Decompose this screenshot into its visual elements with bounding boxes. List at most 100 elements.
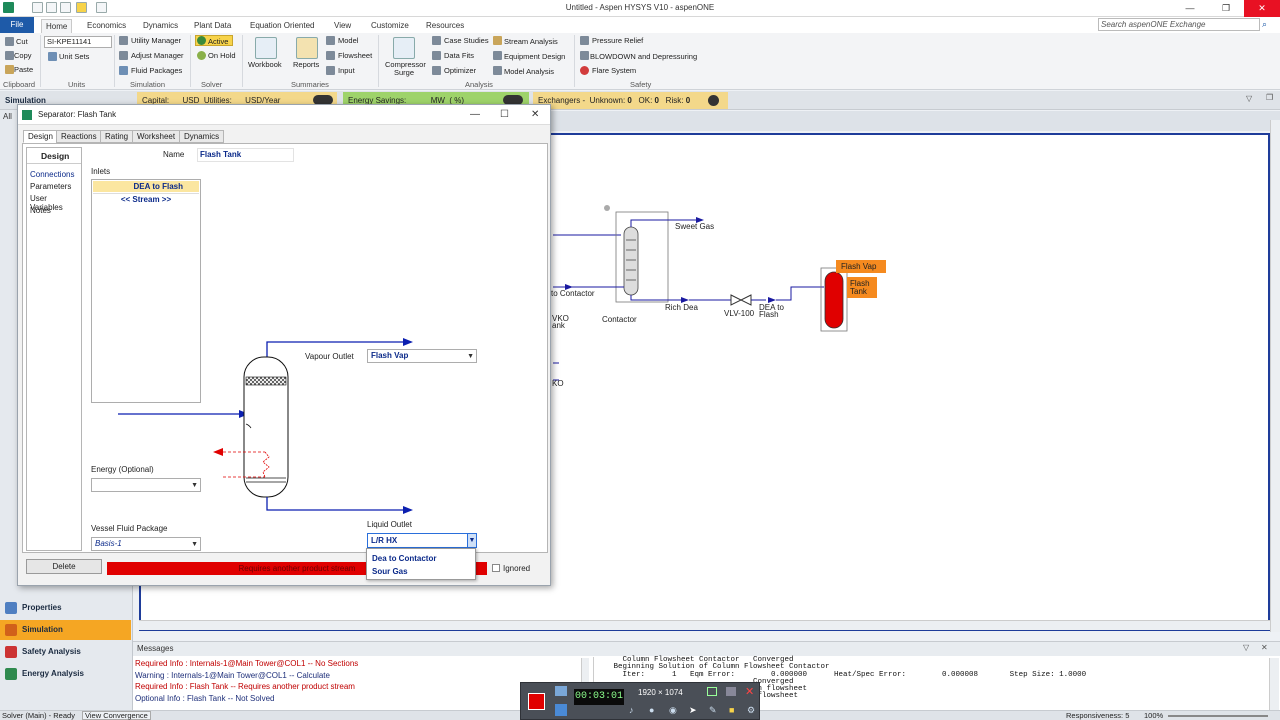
cut-button[interactable]: Cut (16, 37, 28, 46)
dialog-close-button[interactable]: ✕ (531, 109, 539, 120)
chevron-down-icon[interactable]: ▼ (467, 534, 476, 547)
dialog-maximize-button[interactable]: ☐ (500, 109, 509, 120)
ignored-checkbox[interactable] (492, 564, 500, 572)
speaker-icon[interactable]: ♪ (629, 705, 634, 715)
dropdown-option[interactable]: Sour Gas (372, 567, 408, 576)
settings-gear-icon[interactable]: ⚙ (747, 705, 755, 716)
tab-reactions[interactable]: Reactions (56, 130, 102, 143)
stream-analysis-button[interactable]: Stream Analysis (504, 37, 558, 46)
restore-panel-icon[interactable]: ❐ (1266, 93, 1273, 102)
input-button[interactable]: Input (338, 66, 355, 75)
valve-icon[interactable] (730, 294, 743, 306)
contactor-column[interactable] (623, 226, 639, 296)
tab-resources[interactable]: Resources (422, 19, 468, 33)
tab-dynamics[interactable]: Dynamics (139, 19, 182, 33)
collapse-icon[interactable]: ▽ (1246, 94, 1252, 103)
folder-icon[interactable]: ■ (729, 705, 734, 715)
window-mode-icon[interactable] (707, 687, 717, 696)
nav-simulation[interactable]: Simulation (0, 620, 131, 640)
tab-economics[interactable]: Economics (83, 19, 130, 33)
pen-icon[interactable]: ✎ (709, 705, 717, 716)
flash-tank-vessel[interactable] (824, 271, 844, 329)
inlet-item[interactable]: DEA to Flash (93, 181, 199, 192)
pressure-relief-button[interactable]: Pressure Relief (592, 36, 643, 45)
close-panel-icon[interactable]: ✕ (1261, 643, 1268, 652)
record-stop-button[interactable] (528, 693, 545, 710)
on-hold-button[interactable]: On Hold (208, 51, 236, 60)
fluid-packages-button[interactable]: Fluid Packages (131, 66, 182, 75)
chevron-down-icon[interactable]: ▼ (191, 539, 198, 551)
inlet-new-stream[interactable]: << Stream >> (93, 193, 199, 204)
divider (27, 163, 81, 164)
flowsheet-button[interactable]: Flowsheet (338, 51, 372, 60)
flowsheet-vertical-scrollbar[interactable] (1270, 120, 1280, 632)
search-icon[interactable]: ⌕ (1262, 19, 1267, 30)
microphone-icon[interactable]: ● (649, 705, 654, 715)
tab-rating[interactable]: Rating (100, 130, 134, 143)
unit-sets-button[interactable]: Unit Sets (59, 52, 89, 61)
nav-connections[interactable]: Connections (30, 170, 74, 179)
flare-system-button[interactable]: Flare System (592, 66, 636, 75)
copy-button[interactable]: Copy (14, 51, 32, 60)
blowdown-button[interactable]: BLOWDOWN and Depressuring (590, 52, 697, 61)
paste-button[interactable]: Paste (14, 65, 33, 74)
tab-dynamics[interactable]: Dynamics (179, 130, 225, 143)
nav-energy-analysis[interactable]: Energy Analysis (0, 664, 131, 684)
unit-set-select[interactable]: SI-KPE11141 (44, 36, 112, 48)
flowsheet-horizontal-scrollbar[interactable] (139, 620, 1270, 630)
camera-icon[interactable] (555, 686, 567, 696)
tab-customize[interactable]: Customize (367, 19, 413, 33)
chevron-down-icon[interactable]: ▼ (467, 351, 474, 363)
energy-select[interactable]: ▼ (91, 478, 201, 492)
view-convergence-button[interactable]: View Convergence (82, 711, 151, 720)
close-recorder-icon[interactable]: ✕ (745, 685, 754, 698)
nav-notes[interactable]: Notes (30, 206, 51, 215)
nav-filter-all[interactable]: All (3, 112, 12, 121)
fluid-package-select[interactable]: Basis-1 ▼ (91, 537, 201, 551)
data-fits-button[interactable]: Data Fits (444, 51, 474, 60)
cursor-icon[interactable]: ➤ (689, 705, 697, 716)
restore-button[interactable]: ❐ (1208, 0, 1244, 17)
model-button[interactable]: Model (338, 36, 358, 45)
model-analysis-button[interactable]: Model Analysis (504, 67, 554, 76)
close-button[interactable]: ✕ (1244, 0, 1280, 17)
pin-icon[interactable]: ▽ (1243, 643, 1249, 652)
reports-button[interactable]: Reports (293, 60, 319, 69)
unknown-value: 0 (627, 96, 632, 105)
minimize-recorder-icon[interactable] (726, 687, 736, 696)
minimize-button[interactable]: — (1172, 0, 1208, 17)
nav-safety-analysis[interactable]: Safety Analysis (0, 642, 131, 662)
chevron-down-icon[interactable]: ▼ (191, 480, 198, 492)
tab-home[interactable]: Home (41, 19, 73, 33)
utility-manager-button[interactable]: Utility Manager (131, 36, 181, 45)
tab-design[interactable]: Design (23, 130, 58, 143)
optimizer-button[interactable]: Optimizer (444, 66, 476, 75)
zoom-slider[interactable] (1168, 715, 1268, 717)
liquid-outlet-input[interactable]: L/R HX ▼ (367, 533, 477, 548)
pause-icon[interactable] (555, 704, 567, 716)
tab-view[interactable]: View (330, 19, 355, 33)
search-input[interactable]: Search aspenONE Exchange (1098, 18, 1260, 31)
equipment-design-button[interactable]: Equipment Design (504, 52, 565, 61)
tab-worksheet[interactable]: Worksheet (132, 130, 181, 143)
exchanger-settings-icon[interactable] (708, 95, 719, 106)
vapour-outlet-select[interactable]: Flash Vap ▼ (367, 349, 477, 363)
tab-equation-oriented[interactable]: Equation Oriented (246, 19, 319, 33)
dropdown-option[interactable]: Dea to Contactor (372, 554, 436, 563)
delete-button[interactable]: Delete (26, 559, 102, 574)
tab-file[interactable]: File (0, 17, 34, 33)
workbook-button[interactable]: Workbook (248, 60, 282, 69)
case-studies-button[interactable]: Case Studies (444, 36, 489, 45)
nav-properties[interactable]: Properties (0, 598, 131, 618)
trace-scrollbar[interactable] (1269, 658, 1279, 710)
name-field[interactable]: Flash Tank (197, 148, 294, 162)
nav-parameters[interactable]: Parameters (30, 182, 71, 191)
dialog-minimize-button[interactable]: — (470, 109, 480, 120)
tab-plant-data[interactable]: Plant Data (190, 19, 235, 33)
responsiveness[interactable]: Responsiveness: 5 (1066, 711, 1129, 720)
webcam-icon[interactable]: ◉ (669, 705, 677, 716)
stream-analysis-icon (493, 36, 502, 45)
compressor-surge-icon (393, 37, 415, 59)
dialog-title-bar[interactable]: Separator: Flash Tank — ☐ ✕ (18, 105, 550, 125)
adjust-manager-button[interactable]: Adjust Manager (131, 51, 184, 60)
